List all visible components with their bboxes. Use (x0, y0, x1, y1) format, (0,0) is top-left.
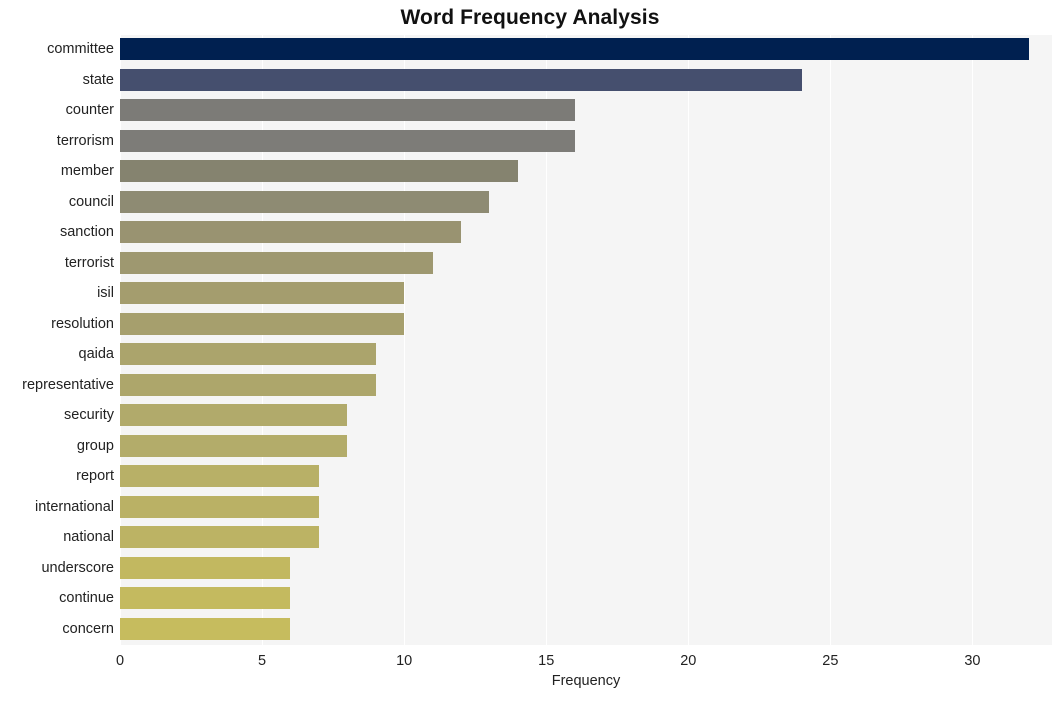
x-tick-label-10: 10 (396, 653, 413, 669)
y-tick-label-counter: counter (65, 102, 114, 118)
y-tick-label-terrorist: terrorist (64, 254, 114, 271)
y-tick-label-sanction: sanction (59, 224, 114, 240)
bar-row (120, 432, 1052, 461)
y-tick-label-underscore: underscore (41, 559, 114, 576)
bar-row (120, 462, 1052, 491)
bar-row (120, 96, 1052, 125)
x-axis-ticks: 0 5 10 15 20 25 30 (116, 645, 1052, 675)
y-tick-label-resolution: resolution (51, 315, 114, 332)
bar-state[interactable] (120, 68, 802, 91)
bar-report[interactable] (120, 465, 319, 488)
y-tick-label-state: state (82, 71, 114, 88)
y-tick-label-council: council (68, 193, 114, 210)
bar-row (120, 66, 1052, 95)
y-tick-label-report: report (76, 468, 114, 484)
bar-row (120, 523, 1052, 552)
y-tick-label-representative: representative (22, 376, 114, 393)
x-tick-label-20: 20 (680, 653, 697, 669)
bar-row (120, 188, 1052, 217)
bar-isil[interactable] (120, 282, 405, 305)
x-axis-title: Frequency (551, 673, 621, 689)
bar-group[interactable] (120, 434, 348, 457)
y-tick-label-group: group (76, 437, 114, 454)
bars-layer (120, 35, 1052, 645)
chart-title: Word Frequency Analysis (400, 6, 660, 29)
bar-row (120, 554, 1052, 583)
y-tick-label-committee: committee (47, 41, 114, 57)
bar-representative[interactable] (120, 373, 376, 396)
bar-international[interactable] (120, 495, 319, 518)
bar-member[interactable] (120, 160, 518, 183)
y-tick-label-member: member (60, 163, 114, 179)
bar-committee[interactable] (120, 38, 1030, 61)
word-frequency-chart: Word Frequency Analysis committee state co… (0, 0, 1060, 701)
bar-row (120, 493, 1052, 522)
bar-row (120, 249, 1052, 278)
bar-counter[interactable] (120, 99, 575, 122)
x-tick-label-25: 25 (822, 653, 839, 669)
x-tick-label-0: 0 (115, 653, 125, 669)
bar-underscore[interactable] (120, 556, 291, 579)
x-tick-label-15: 15 (538, 653, 555, 669)
bar-row (120, 340, 1052, 369)
bar-row (120, 615, 1052, 644)
bar-row (120, 279, 1052, 308)
bar-sanction[interactable] (120, 221, 461, 244)
bar-row (120, 401, 1052, 430)
bar-terrorism[interactable] (120, 129, 575, 152)
bar-row (120, 584, 1052, 613)
bar-concern[interactable] (120, 617, 291, 640)
bar-qaida[interactable] (120, 343, 376, 366)
plot-area (120, 35, 1052, 645)
bar-row (120, 310, 1052, 339)
bar-continue[interactable] (120, 587, 291, 610)
y-axis-labels: committee state counter terrorism member coun… (0, 35, 114, 645)
y-tick-label-security: security (64, 407, 114, 423)
y-tick-label-international: international (35, 498, 114, 515)
bar-row (120, 371, 1052, 400)
y-tick-label-concern: concern (62, 620, 114, 637)
y-tick-label-continue: continue (59, 590, 114, 606)
y-tick-label-national: national (63, 529, 114, 545)
bar-security[interactable] (120, 404, 348, 427)
y-tick-label-isil: isil (97, 285, 114, 301)
bar-national[interactable] (120, 526, 319, 549)
bar-row (120, 35, 1052, 64)
bar-terrorist[interactable] (120, 251, 433, 274)
bar-row (120, 127, 1052, 156)
x-tick-label-5: 5 (258, 653, 267, 669)
bar-row (120, 157, 1052, 186)
x-tick-label-30: 30 (964, 653, 981, 669)
bar-council[interactable] (120, 190, 490, 213)
y-tick-label-terrorism: terrorism (56, 132, 114, 149)
bar-row (120, 218, 1052, 247)
y-tick-label-qaida: qaida (78, 346, 114, 362)
bar-resolution[interactable] (120, 312, 405, 335)
